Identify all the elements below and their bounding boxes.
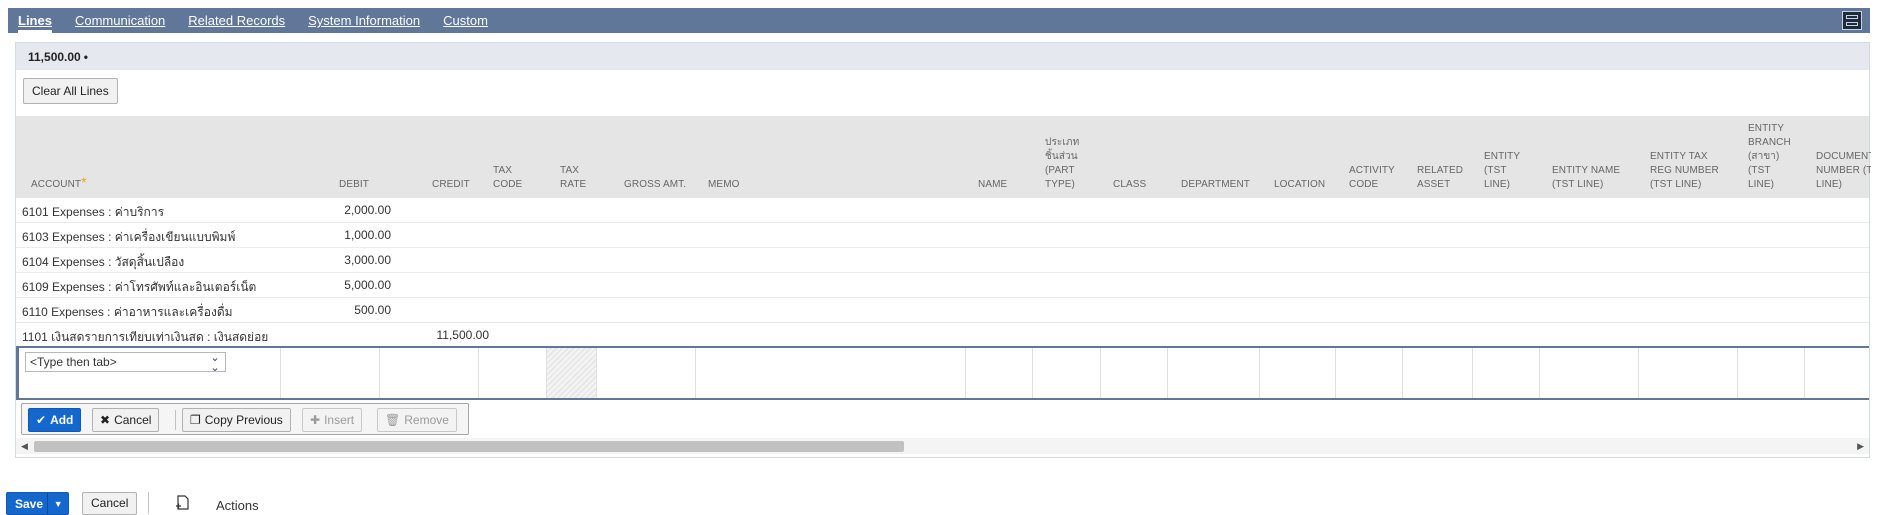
header-gross-amt: GROSS AMT. bbox=[624, 179, 687, 190]
header-tax-rate: TAX RATE bbox=[560, 165, 587, 190]
header-credit: CREDIT bbox=[432, 179, 470, 190]
header-tax-code: TAX CODE bbox=[493, 165, 523, 190]
header-name: NAME bbox=[978, 179, 1008, 190]
divider bbox=[148, 492, 149, 514]
actions-icon[interactable] bbox=[175, 494, 191, 511]
scroll-left-icon[interactable]: ◀ bbox=[21, 441, 28, 452]
location-input[interactable] bbox=[1259, 348, 1335, 398]
debit-cell: 3,000.00 bbox=[344, 253, 391, 267]
header-class: CLASS bbox=[1113, 179, 1147, 190]
debit-cell: 1,000.00 bbox=[344, 228, 391, 242]
activity-code-input[interactable] bbox=[1335, 348, 1402, 398]
actions-menu[interactable]: Actions bbox=[216, 498, 259, 513]
plus-icon: ✚ bbox=[310, 413, 321, 427]
account-cell: 6110 Expenses : ค่าอาหารและเครื่องดื่ม bbox=[22, 305, 233, 319]
total-amount: 11,500.00 bbox=[28, 49, 81, 64]
tax-code-input[interactable] bbox=[478, 348, 546, 398]
credit-input[interactable] bbox=[379, 348, 478, 398]
table-row[interactable]: 6109 Expenses : ค่าโทรศัพท์และอินเตอร์เน… bbox=[16, 273, 1869, 298]
scroll-right-icon[interactable]: ▶ bbox=[1857, 441, 1864, 452]
header-entity-tax-reg: ENTITY TAX REG NUMBER (TST LINE) bbox=[1650, 151, 1719, 190]
double-chevron-down-icon[interactable]: ⌄ ⌄ bbox=[207, 353, 223, 374]
header-debit: DEBIT bbox=[339, 179, 369, 190]
account-input[interactable] bbox=[25, 352, 226, 372]
column-headers: ACCOUNT* DEBIT CREDIT TAX CODE TAX RATE … bbox=[16, 116, 1871, 198]
department-input[interactable] bbox=[1167, 348, 1259, 398]
document-number-input[interactable] bbox=[1804, 348, 1869, 398]
table-row[interactable]: 6104 Expenses : วัสดุสิ้นเปลือง 3,000.00 bbox=[16, 248, 1869, 273]
add-line-button[interactable]: ✔ Add bbox=[28, 408, 82, 432]
header-entity-tst: ENTITY (TST LINE) bbox=[1484, 151, 1520, 190]
save-button[interactable]: Save ▼ bbox=[6, 492, 69, 515]
divider bbox=[175, 410, 176, 430]
account-cell: 6101 Expenses : ค่าบริการ bbox=[22, 205, 165, 219]
header-document-number: DOCUMENT NUMBER (TST LINE) bbox=[1816, 151, 1871, 190]
line-button-bar: ✔ Add ✖ Cancel ❐ Copy Previous ✚ Insert … bbox=[21, 403, 469, 435]
memo-input[interactable] bbox=[695, 348, 965, 398]
table-row[interactable]: 6103 Expenses : ค่าเครื่องเขียนแบบพิมพ์ … bbox=[16, 223, 1869, 248]
name-input[interactable] bbox=[965, 348, 1032, 398]
line-edit-row: ⌄⌄ bbox=[16, 346, 1869, 400]
debit-cell: 2,000.00 bbox=[344, 203, 391, 217]
table-row[interactable]: 6110 Expenses : ค่าอาหารและเครื่องดื่ม 5… bbox=[16, 298, 1869, 323]
subtab-bar: Lines Communication Related Records Syst… bbox=[8, 8, 1870, 33]
view-toggle-icon[interactable] bbox=[1842, 11, 1862, 30]
checkmark-icon: ✔ bbox=[36, 413, 47, 427]
account-cell: 1101 เงินสดรายการเทียบเท่าเงินสด : เงินส… bbox=[22, 330, 269, 344]
tab-related-records[interactable]: Related Records bbox=[188, 8, 285, 33]
close-icon: ✖ bbox=[100, 413, 111, 427]
header-account: ACCOUNT* bbox=[31, 174, 87, 190]
remove-line-button[interactable]: 🗑 Remove bbox=[377, 408, 457, 432]
account-cell: 6104 Expenses : วัสดุสิ้นเปลือง bbox=[22, 255, 185, 269]
cancel-line-button[interactable]: ✖ Cancel bbox=[92, 408, 160, 432]
table-row[interactable]: 6101 Expenses : ค่าบริการ 2,000.00 bbox=[16, 198, 1869, 223]
tab-communication[interactable]: Communication bbox=[75, 8, 165, 33]
total-marker: • bbox=[83, 49, 88, 64]
account-cell: 6109 Expenses : ค่าโทรศัพท์และอินเตอร์เน… bbox=[22, 280, 257, 294]
header-entity-name: ENTITY NAME (TST LINE) bbox=[1552, 165, 1621, 190]
lines-sublist: 11,500.00 • Clear All Lines ACCOUNT* DEB… bbox=[15, 42, 1871, 458]
insert-line-button[interactable]: ✚ Insert bbox=[302, 408, 363, 432]
entity-name-input[interactable] bbox=[1539, 348, 1638, 398]
tab-system-information[interactable]: System Information bbox=[308, 8, 420, 33]
header-entity-branch: ENTITY BRANCH (สาขา) (TST LINE) bbox=[1748, 123, 1791, 190]
header-part-type: ประเภท ชิ้นส่วน (PART TYPE) bbox=[1045, 137, 1080, 190]
copy-icon: ❐ bbox=[190, 413, 201, 427]
tab-custom[interactable]: Custom bbox=[443, 8, 488, 33]
scrollbar-thumb[interactable] bbox=[34, 441, 904, 452]
total-bar: 11,500.00 • bbox=[16, 43, 1869, 70]
cancel-button[interactable]: Cancel bbox=[82, 492, 138, 515]
header-department: DEPARTMENT bbox=[1181, 179, 1250, 190]
horizontal-scrollbar[interactable]: ◀ ▶ bbox=[16, 438, 1869, 454]
required-star-icon: * bbox=[81, 174, 87, 190]
gross-amt-input[interactable] bbox=[596, 348, 695, 398]
tax-rate-input bbox=[546, 348, 596, 398]
entity-branch-input[interactable] bbox=[1737, 348, 1804, 398]
debit-input[interactable] bbox=[280, 348, 379, 398]
class-input[interactable] bbox=[1100, 348, 1167, 398]
related-asset-input[interactable] bbox=[1402, 348, 1472, 398]
tab-lines[interactable]: Lines bbox=[18, 8, 52, 33]
header-activity-code: ACTIVITY CODE bbox=[1349, 165, 1395, 190]
header-memo: MEMO bbox=[708, 179, 740, 190]
trash-icon: 🗑 bbox=[385, 413, 401, 427]
header-location: LOCATION bbox=[1274, 179, 1326, 190]
entity-tax-reg-input[interactable] bbox=[1638, 348, 1737, 398]
credit-cell: 11,500.00 bbox=[436, 328, 490, 342]
chevron-down-icon[interactable]: ▼ bbox=[47, 493, 68, 514]
part-type-input[interactable] bbox=[1032, 348, 1100, 398]
header-related-asset: RELATED ASSET bbox=[1417, 165, 1464, 190]
copy-previous-button[interactable]: ❐ Copy Previous bbox=[182, 408, 291, 432]
clear-all-lines-button[interactable]: Clear All Lines bbox=[23, 78, 118, 104]
table-row[interactable]: 1101 เงินสดรายการเทียบเท่าเงินสด : เงินส… bbox=[16, 323, 1869, 348]
debit-cell: 500.00 bbox=[354, 303, 391, 317]
entity-tst-input[interactable] bbox=[1472, 348, 1539, 398]
debit-cell: 5,000.00 bbox=[344, 278, 391, 292]
account-cell: 6103 Expenses : ค่าเครื่องเขียนแบบพิมพ์ bbox=[22, 230, 236, 244]
